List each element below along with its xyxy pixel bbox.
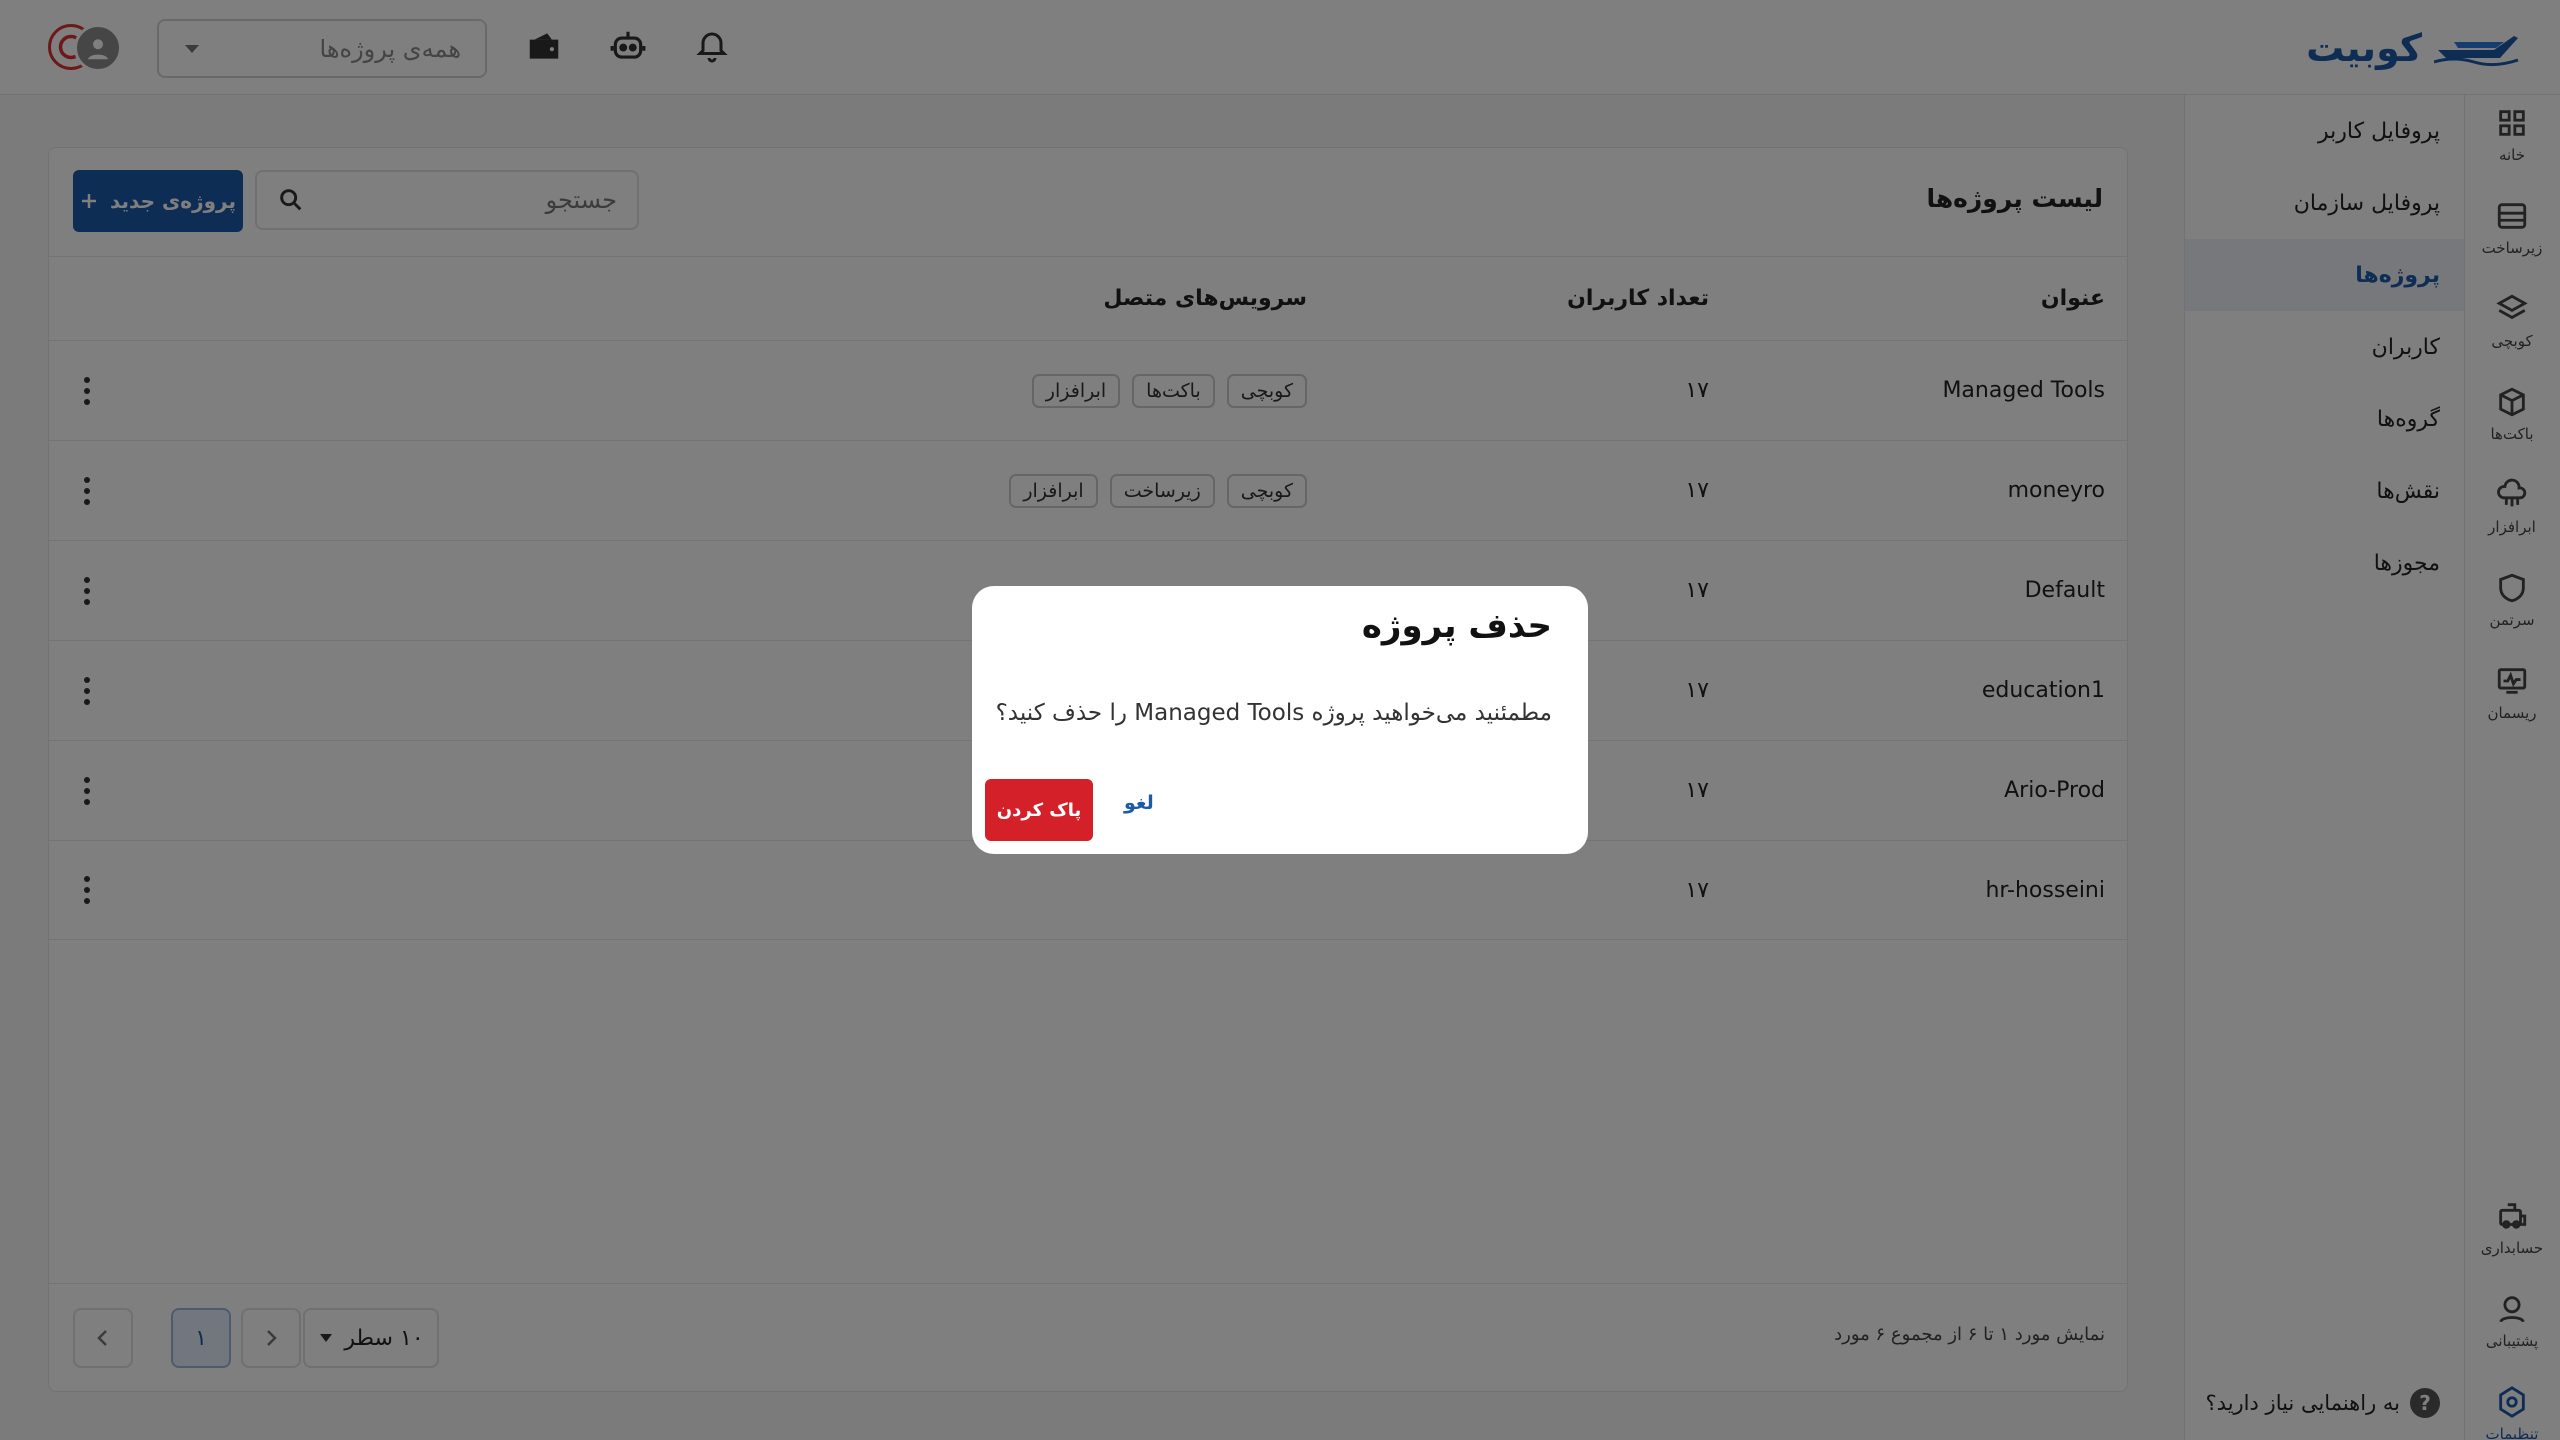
cancel-button[interactable]: لغو: [1124, 792, 1154, 814]
dialog-message: مطمئنید می‌خواهید پروژه Managed Tools را…: [995, 700, 1552, 726]
app-root: کوبیت همه‌ی پروژه‌ها: [0, 0, 2560, 1440]
delete-project-dialog: حذف پروژه مطمئنید می‌خواهید پروژه Manage…: [972, 586, 1588, 854]
delete-button[interactable]: پاک کردن: [985, 779, 1093, 841]
dialog-title: حذف پروژه: [1361, 606, 1552, 646]
